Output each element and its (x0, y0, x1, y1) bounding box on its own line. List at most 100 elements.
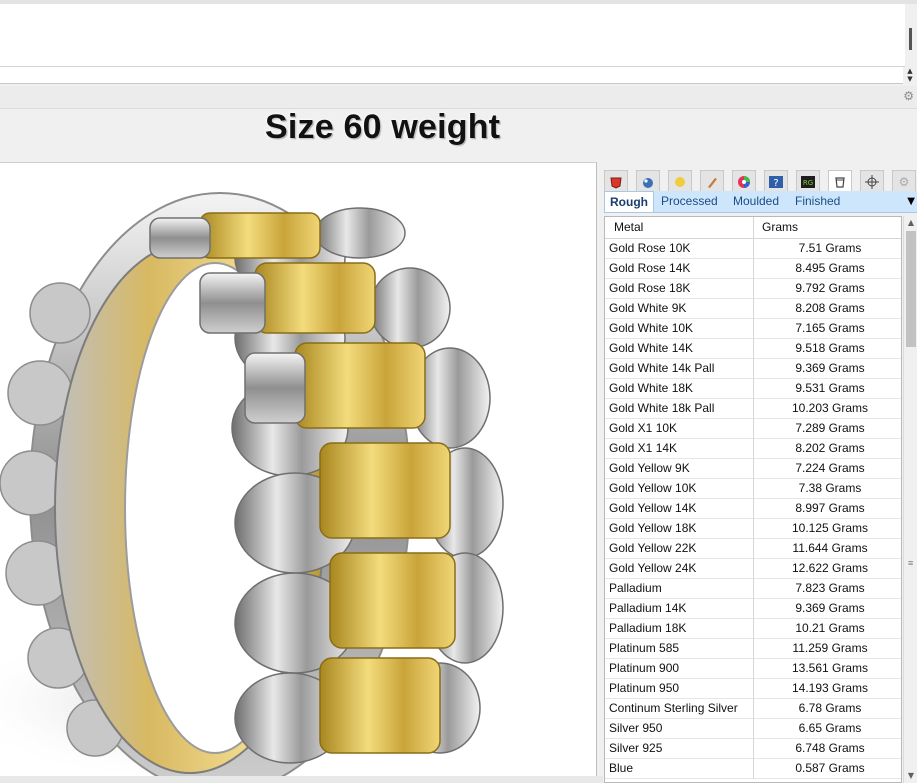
rg-icon-glyph: RG (803, 179, 813, 187)
metal-name: Gold Rose 18K (609, 281, 691, 295)
table-row[interactable]: Gold X1 14K 8.202 Grams (605, 439, 901, 459)
scroll-thumb[interactable] (909, 28, 912, 50)
color-wheel-icon[interactable] (732, 170, 756, 192)
grams-value: 14.193 Grams (791, 681, 869, 695)
metal-name: Gold White 18K (609, 381, 694, 395)
table-row[interactable]: Continum Sterling Silver 6.78 Grams (605, 699, 901, 719)
metal-name: Gold Yellow 22K (609, 541, 697, 555)
table-row[interactable]: Gold White 18K 9.531 Grams (605, 379, 901, 399)
grams-value: 8.495 Grams (795, 261, 865, 275)
command-history-scrollbar[interactable] (905, 4, 917, 66)
table-row[interactable]: Palladium 18K 10.21 Grams (605, 619, 901, 639)
metal-name: Gold Yellow 10K (609, 481, 697, 495)
grams-value: 0.587 Grams (795, 761, 865, 775)
metal-name: Gold White 14K (609, 341, 694, 355)
command-history[interactable] (0, 4, 905, 67)
panel-icon-row: ? RG ⚙ (603, 167, 917, 193)
column-header-metal[interactable]: Metal (614, 217, 643, 238)
metal-name: Platinum 585 (609, 641, 680, 655)
scroll-up-icon[interactable]: ▲ (904, 216, 917, 230)
metal-name: Gold White 18k Pall (609, 401, 715, 415)
table-row[interactable]: Gold White 9K 8.208 Grams (605, 299, 901, 319)
metal-name: Gold Rose 10K (609, 241, 691, 255)
scroll-grip-icon: ≡ (908, 558, 914, 568)
column-divider[interactable] (753, 217, 754, 238)
metal-name: Palladium (609, 581, 662, 595)
table-row[interactable]: Palladium 7.823 Grams (605, 579, 901, 599)
table-row[interactable]: Gold Yellow 18K 10.125 Grams (605, 519, 901, 539)
spin-down-icon[interactable]: ▼ (904, 75, 916, 83)
target-icon[interactable] (860, 170, 884, 192)
grams-value: 8.202 Grams (795, 441, 865, 455)
grams-value: 7.165 Grams (795, 321, 865, 335)
light-icon[interactable] (668, 170, 692, 192)
metal-name: Gold Yellow 9K (609, 461, 690, 475)
grams-value: 6.65 Grams (798, 721, 862, 735)
table-row[interactable]: Gold White 10K 7.165 Grams (605, 319, 901, 339)
table-row[interactable]: Gold Yellow 9K 7.224 Grams (605, 459, 901, 479)
properties-icon[interactable] (604, 170, 628, 192)
table-row[interactable]: Gold Rose 14K 8.495 Grams (605, 259, 901, 279)
table-row[interactable]: Platinum 585 11.259 Grams (605, 639, 901, 659)
metal-name: Gold Rose 14K (609, 261, 691, 275)
column-header-grams[interactable]: Grams (762, 217, 798, 238)
spin-up-icon[interactable]: ▲ (904, 67, 916, 75)
metal-name: Gold Yellow 14K (609, 501, 697, 515)
metal-name: Palladium 18K (609, 621, 687, 635)
table-row[interactable]: Gold Yellow 10K 7.38 Grams (605, 479, 901, 499)
tab-rough[interactable]: Rough (604, 191, 654, 212)
metal-name: Gold White 10K (609, 321, 694, 335)
table-row[interactable]: Blue 0.587 Grams (605, 759, 901, 779)
tab-processed[interactable]: Processed (661, 191, 718, 212)
metal-name: Gold Yellow 18K (609, 521, 697, 535)
command-input[interactable] (0, 67, 903, 84)
grams-value: 7.224 Grams (795, 461, 865, 475)
metal-name: Silver 950 (609, 721, 663, 735)
grams-value: 6.748 Grams (795, 741, 865, 755)
table-row[interactable]: Platinum 950 14.193 Grams (605, 679, 901, 699)
table-row[interactable]: Gold White 18k Pall 10.203 Grams (605, 399, 901, 419)
metal-weight-table: Metal Grams Gold Rose 10K 7.51 Grams Gold … (604, 216, 902, 783)
table-row[interactable]: Gold White 14K 9.518 Grams (605, 339, 901, 359)
grams-value: 9.369 Grams (795, 361, 865, 375)
metal-name: Palladium 14K (609, 601, 687, 615)
table-row[interactable]: Silver 925 6.748 Grams (605, 739, 901, 759)
table-scrollbar[interactable]: ▲ ≡ ▼ (903, 216, 917, 783)
grams-value: 7.51 Grams (798, 241, 862, 255)
metal-name: Blue (609, 761, 634, 775)
metal-name: Gold White 9K (609, 301, 687, 315)
settings-gear-icon[interactable]: ⚙ (903, 89, 914, 103)
table-row[interactable]: Palladium 14K 9.369 Grams (605, 599, 901, 619)
metal-name: Gold Yellow 24K (609, 561, 697, 575)
table-row[interactable]: Gold X1 10K 7.289 Grams (605, 419, 901, 439)
grams-value: 9.792 Grams (795, 281, 865, 295)
table-row[interactable]: Gold White 14k Pall 9.369 Grams (605, 359, 901, 379)
metal-name: Gold X1 10K (609, 421, 678, 435)
tab-moulded[interactable]: Moulded (733, 191, 779, 212)
gear-icon[interactable]: ⚙ (892, 170, 916, 192)
rg-icon[interactable]: RG (796, 170, 820, 192)
table-row[interactable]: Gold Rose 18K 9.792 Grams (605, 279, 901, 299)
scroll-thumb[interactable] (906, 231, 916, 347)
metal-name: Gold X1 14K (609, 441, 678, 455)
table-row[interactable]: Gold Yellow 24K 12.622 Grams (605, 559, 901, 579)
table-row[interactable]: Gold Rose 10K 7.51 Grams (605, 239, 901, 259)
tab-finished[interactable]: Finished (795, 191, 840, 212)
help-icon[interactable]: ? (764, 170, 788, 192)
table-row[interactable]: Platinum 900 13.561 Grams (605, 659, 901, 679)
render-viewport[interactable] (0, 162, 597, 776)
table-row[interactable]: Silver 950 6.65 Grams (605, 719, 901, 739)
tab-overflow-arrow-icon[interactable]: ▼ (907, 191, 915, 212)
table-row[interactable]: Gold Yellow 22K 11.644 Grams (605, 539, 901, 559)
command-spinner[interactable]: ▲ ▼ (904, 67, 916, 83)
scroll-down-icon[interactable]: ▼ (904, 769, 917, 783)
table-header: Metal Grams (605, 217, 901, 239)
table-row[interactable]: Gold Yellow 14K 8.997 Grams (605, 499, 901, 519)
ring-render-image (0, 192, 504, 776)
grams-value: 9.531 Grams (795, 381, 865, 395)
material-sphere-icon[interactable] (636, 170, 660, 192)
jewelry-weight-icon[interactable] (828, 170, 852, 192)
metal-name: Silver 925 (609, 741, 663, 755)
brush-icon[interactable] (700, 170, 724, 192)
grams-value: 7.289 Grams (795, 421, 865, 435)
